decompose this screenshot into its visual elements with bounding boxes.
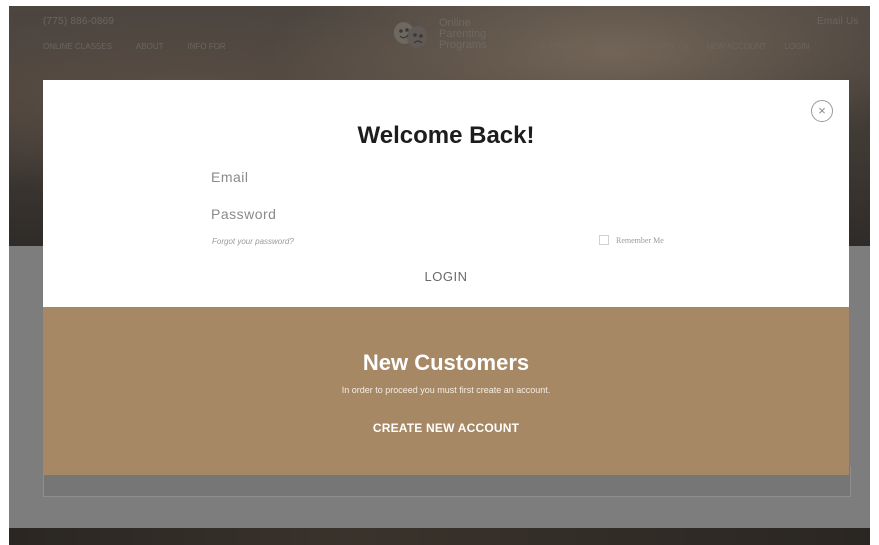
welcome-title: Welcome Back! [357, 122, 535, 149]
logo-text: Online Parenting Programs [439, 18, 487, 51]
secondary-nav: SUPPORT SHOPPING CART (0) NEW ACCOUNT LO… [539, 42, 809, 51]
nav-shopping-cart[interactable]: SHOPPING CART (0) [595, 42, 689, 51]
footer-background [9, 528, 870, 545]
new-customers-title: New Customers [362, 350, 530, 375]
nav-about[interactable]: ABOUT [136, 42, 164, 51]
nav-info-for[interactable]: INFO FOR [187, 42, 225, 51]
new-customers-panel: New Customers In order to proceed you mu… [43, 307, 849, 475]
site-logo[interactable]: Online Parenting Programs [389, 18, 487, 51]
new-customers-subtitle: In order to proceed you must first creat… [341, 385, 551, 395]
nav-login[interactable]: LOGIN [784, 42, 809, 51]
login-modal: × Welcome Back! Forgot your password? Re… [43, 80, 849, 307]
create-account-button[interactable]: CREATE NEW ACCOUNT [346, 417, 546, 439]
login-button[interactable]: LOGIN [396, 264, 496, 288]
remember-me-label: Remember Me [616, 235, 664, 245]
nav-online-classes[interactable]: ONLINE CLASSES [43, 42, 112, 51]
close-icon[interactable]: × [811, 100, 833, 122]
nav-new-account[interactable]: NEW ACCOUNT [706, 42, 766, 51]
theater-masks-logo-icon [393, 21, 428, 48]
cart-count-badge: (0) [678, 42, 689, 51]
browser-viewport: (775) 886-0869 Email Us ONLINE CLASSES A… [9, 6, 870, 545]
remember-me[interactable]: Remember Me [599, 235, 664, 245]
email-us-link[interactable]: Email Us [817, 16, 859, 27]
primary-nav: ONLINE CLASSES ABOUT INFO FOR [43, 42, 226, 51]
forgot-password-link[interactable]: Forgot your password? [212, 237, 294, 246]
email-field[interactable] [211, 165, 687, 189]
logo-line-3: Programs [439, 39, 487, 51]
remember-me-checkbox[interactable] [599, 235, 609, 245]
shopping-cart-icon [595, 43, 605, 51]
password-field[interactable] [211, 202, 687, 226]
nav-shopping-cart-label: SHOPPING CART [608, 42, 675, 51]
nav-support[interactable]: SUPPORT [539, 42, 578, 51]
phone-number[interactable]: (775) 886-0869 [43, 16, 114, 27]
